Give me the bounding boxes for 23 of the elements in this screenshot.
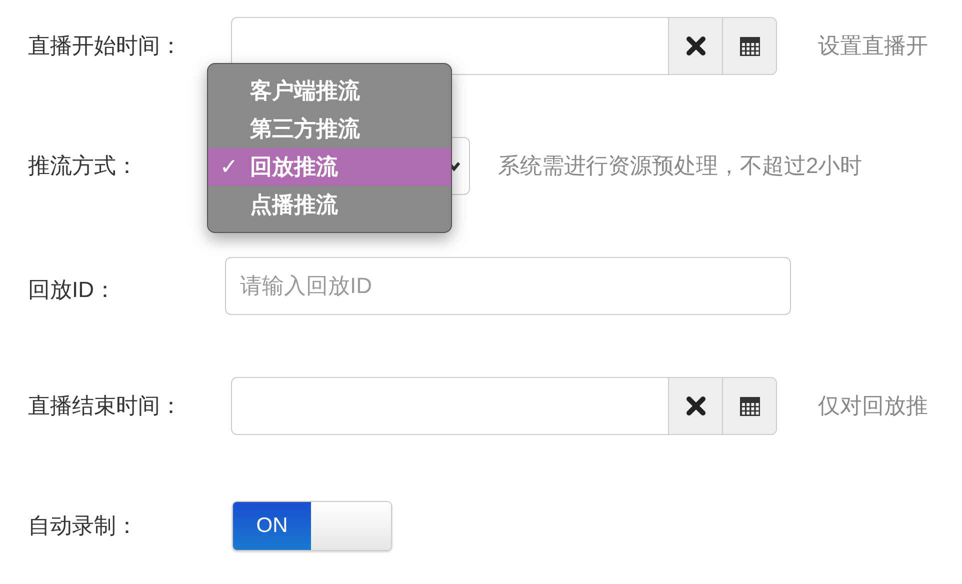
- date-time-field[interactable]: [231, 377, 777, 435]
- calendar-icon: [738, 395, 760, 417]
- field-label: 推流方式：: [27, 152, 139, 180]
- menu-option[interactable]: 第三方推流: [208, 110, 451, 148]
- toggle-switch[interactable]: ON: [232, 501, 392, 551]
- calendar-icon: [738, 35, 760, 57]
- close-icon: [686, 396, 706, 416]
- menu-option[interactable]: 点播推流: [208, 186, 451, 224]
- clear-button[interactable]: [668, 378, 722, 434]
- input-field[interactable]: 请输入回放ID: [225, 257, 791, 315]
- field-label: 直播开始时间：: [27, 32, 183, 60]
- menu-option[interactable]: ✓ 回放推流: [208, 148, 451, 186]
- hint-text: 仅对回放推: [818, 392, 928, 420]
- clear-button[interactable]: [668, 18, 722, 74]
- hint-text: 设置直播开: [818, 32, 928, 60]
- menu-option[interactable]: 客户端推流: [208, 72, 451, 110]
- calendar-button[interactable]: [722, 378, 776, 434]
- field-label: 直播结束时间：: [27, 392, 183, 420]
- calendar-button[interactable]: [722, 18, 776, 74]
- hint-text: 系统需进行资源预处理，不超过2小时: [498, 152, 862, 180]
- close-icon: [686, 36, 706, 56]
- field-label: 自动录制：: [27, 512, 139, 540]
- field-label: 回放ID：: [27, 276, 117, 304]
